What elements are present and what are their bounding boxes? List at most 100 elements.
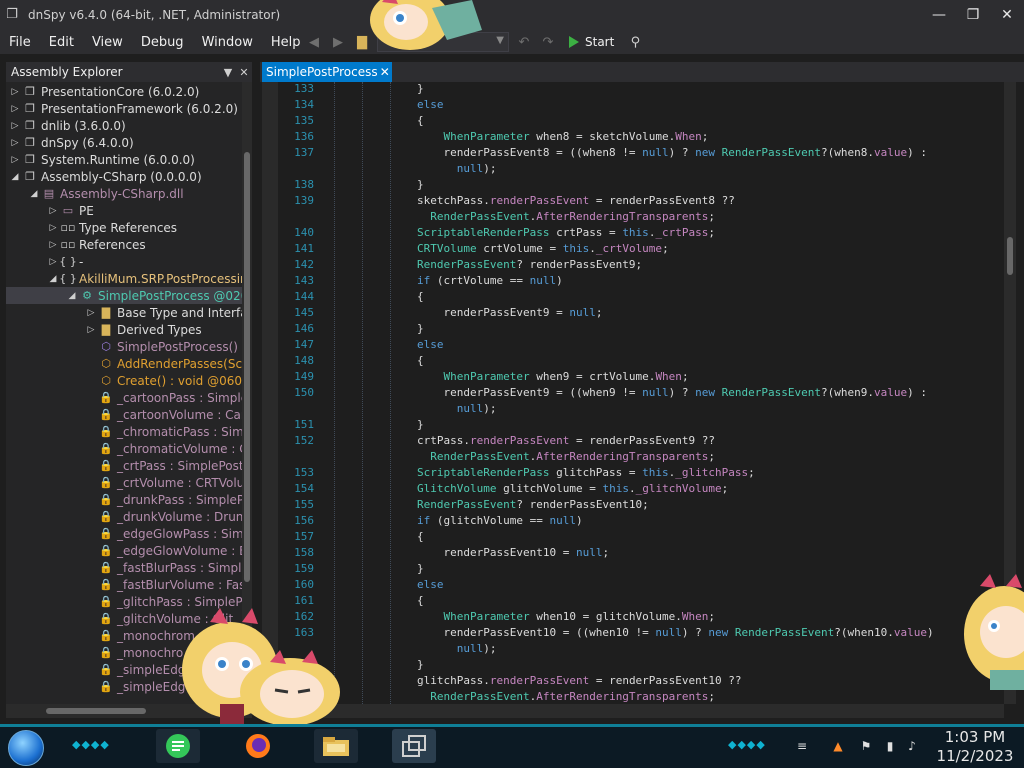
code-editor[interactable]: 133} 134 else 135{136 WhenParameter when8 =… [262, 82, 1004, 704]
tree-item[interactable]: ⬡ AddRenderPasses(Scrip [6, 355, 242, 372]
expand-chevron-icon[interactable]: ▷ [48, 223, 58, 233]
expand-chevron-icon[interactable]: ▷ [10, 104, 20, 114]
tree-item[interactable]: ◢ ⚙ SimplePostProcess @0200 [6, 287, 242, 304]
line-number: 157 [294, 530, 314, 543]
volume-icon[interactable]: ♪ [904, 738, 920, 754]
tree-item[interactable]: 🔒 _drunkPass : SimplePo [6, 491, 242, 508]
tree-item[interactable]: ▷ ▫▫ References [6, 236, 242, 253]
expand-chevron-icon[interactable]: ▷ [10, 155, 20, 165]
code-text: renderPassEvent10 = ((when10 != null) ? … [417, 626, 934, 639]
tree-item[interactable]: 🔒 _fastBlurPass : SimpleP [6, 559, 242, 576]
network-icon[interactable]: ▮ [882, 738, 898, 754]
firefox-icon [246, 734, 270, 758]
line-number: 145 [294, 306, 314, 319]
tree-item[interactable]: 🔒 _edgeGlowPass : Simp [6, 525, 242, 542]
tree-item[interactable]: 🔒 _cartoonPass : SimpleP [6, 389, 242, 406]
tree-item[interactable]: 🔒 _drunkVolume : Drunk [6, 508, 242, 525]
tree-item[interactable]: ▷ ▇ Derived Types [6, 321, 242, 338]
code-line: 141 CRTVolume crtVolume = this._crtVolume… [262, 242, 1004, 258]
code-line: null); [262, 162, 1004, 178]
tree-item[interactable]: ▷ ❐ dnSpy (6.4.0.0) [6, 134, 242, 151]
expand-chevron-icon[interactable]: ▷ [86, 308, 96, 318]
close-panel-icon[interactable]: ✕ [236, 66, 252, 79]
menu-window[interactable]: Window [193, 35, 262, 50]
tree-item[interactable]: 🔒 _chromaticVolume : C [6, 440, 242, 457]
close-button[interactable]: ✕ [990, 0, 1024, 30]
tree-item[interactable]: ▷ ▇ Base Type and Interfaces [6, 304, 242, 321]
tree-item[interactable]: ◢ ❐ Assembly-CSharp (0.0.0.0) [6, 168, 242, 185]
line-number: 144 [294, 290, 314, 303]
tree-item[interactable]: ▷ ❐ PresentationFramework (6.0.2.0) [6, 100, 242, 117]
line-number: 150 [294, 386, 314, 399]
tree-item[interactable]: 🔒 _crtPass : SimplePostP [6, 457, 242, 474]
tree-item[interactable]: ▷ ❐ dnlib (3.6.0.0) [6, 117, 242, 134]
tree-item[interactable]: ◢ ▤ Assembly-CSharp.dll [6, 185, 242, 202]
expand-chevron-icon[interactable]: ▷ [48, 206, 58, 216]
menu-edit[interactable]: Edit [40, 35, 83, 50]
tree-item[interactable]: ◢{ } AkilliMum.SRP.PostProcessing [6, 270, 242, 287]
code-text: { [417, 594, 424, 607]
tree-item[interactable]: 🔒 _crtVolume : CRTVolum [6, 474, 242, 491]
expand-chevron-icon[interactable]: ▷ [10, 87, 20, 97]
minimize-button[interactable]: — [922, 0, 956, 30]
expand-chevron-icon[interactable]: ▷ [10, 121, 20, 131]
code-text: crtPass.renderPassEvent = renderPassEven… [417, 434, 716, 447]
redo-icon[interactable]: ↷ [539, 33, 557, 51]
tab-simplepostprocess[interactable]: SimplePostProcess ✕ [262, 62, 392, 82]
search-icon[interactable]: ⚲ [626, 33, 644, 51]
tree-item-label: PE [79, 203, 94, 218]
close-tab-icon[interactable]: ✕ [378, 65, 392, 79]
tree-item[interactable]: ▷ ▫▫ Type References [6, 219, 242, 236]
clock-time: 1:03 PM [944, 728, 1006, 746]
start-orb[interactable] [8, 730, 44, 766]
dropdown-icon[interactable]: ▼ [220, 66, 236, 79]
code-line: 139 sketchPass.renderPassEvent = renderPa… [262, 194, 1004, 210]
tree-item[interactable]: 🔒 _cartoonVolume : Cart [6, 406, 242, 423]
scroll-thumb[interactable] [1007, 237, 1013, 275]
menu-view[interactable]: View [83, 35, 132, 50]
system-clock[interactable]: 1:03 PM 11/2/2023 [930, 728, 1020, 766]
back-icon[interactable]: ◀ [305, 33, 323, 51]
tree-node-icon: 🔒 [99, 544, 113, 557]
tree-item[interactable]: ⬡ Create() : void @06000 [6, 372, 242, 389]
undo-icon[interactable]: ↶ [515, 33, 533, 51]
action-center-flag-icon[interactable]: ⚑ [858, 738, 874, 754]
tree-node-icon: 🔒 [99, 493, 113, 506]
tree-item[interactable]: ⬡ SimplePostProcess() : v [6, 338, 242, 355]
tree-item[interactable]: 🔒 _chromaticPass : Simp [6, 423, 242, 440]
menu-help[interactable]: Help [262, 35, 310, 50]
expand-chevron-icon[interactable]: ▷ [48, 240, 58, 250]
forward-icon[interactable]: ▶ [329, 33, 347, 51]
maximize-button[interactable]: ❐ [956, 0, 990, 30]
tree-item[interactable]: ▷ ❐ System.Runtime (6.0.0.0) [6, 151, 242, 168]
tree-item-label: Base Type and Interfaces [117, 305, 242, 320]
scroll-thumb[interactable] [46, 708, 146, 714]
tree-item[interactable]: ▷ ▭ PE [6, 202, 242, 219]
menu-file[interactable]: File [0, 35, 40, 50]
collapse-chevron-icon[interactable]: ◢ [10, 172, 20, 182]
code-text: { [417, 354, 424, 367]
collapse-chevron-icon[interactable]: ◢ [48, 274, 58, 284]
tree-item[interactable]: 🔒 _edgeGlowVolume : Ec [6, 542, 242, 559]
tree-item-label: Assembly-CSharp.dll [60, 186, 184, 201]
collapse-chevron-icon[interactable]: ◢ [29, 189, 39, 199]
tree-item[interactable]: ▷{ } - [6, 253, 242, 270]
menu-debug[interactable]: Debug [132, 35, 193, 50]
tree-item[interactable]: 🔒 _fastBlurVolume : FastI [6, 576, 242, 593]
code-text: } [417, 178, 424, 191]
collapse-chevron-icon[interactable]: ◢ [67, 291, 77, 301]
tree-item[interactable]: ▷ ❐ PresentationCore (6.0.2.0) [6, 83, 242, 100]
taskbar-firefox[interactable] [236, 729, 280, 763]
expand-chevron-icon[interactable]: ▷ [10, 138, 20, 148]
expand-chevron-icon[interactable]: ▷ [86, 325, 96, 335]
editor-horizontal-scrollbar[interactable] [262, 704, 1004, 718]
taskbar-file-explorer[interactable] [314, 729, 358, 763]
taskbar-dnspy[interactable] [392, 729, 436, 763]
code-text: } [417, 82, 424, 95]
start-button[interactable]: Start [563, 35, 620, 49]
app-tray-icon[interactable]: ▲ [830, 738, 846, 754]
scroll-thumb[interactable] [244, 152, 250, 582]
taskbar-notes-app[interactable] [156, 729, 200, 763]
show-desktop-icon[interactable]: ≡ [794, 738, 810, 754]
expand-chevron-icon[interactable]: ▷ [48, 257, 58, 267]
